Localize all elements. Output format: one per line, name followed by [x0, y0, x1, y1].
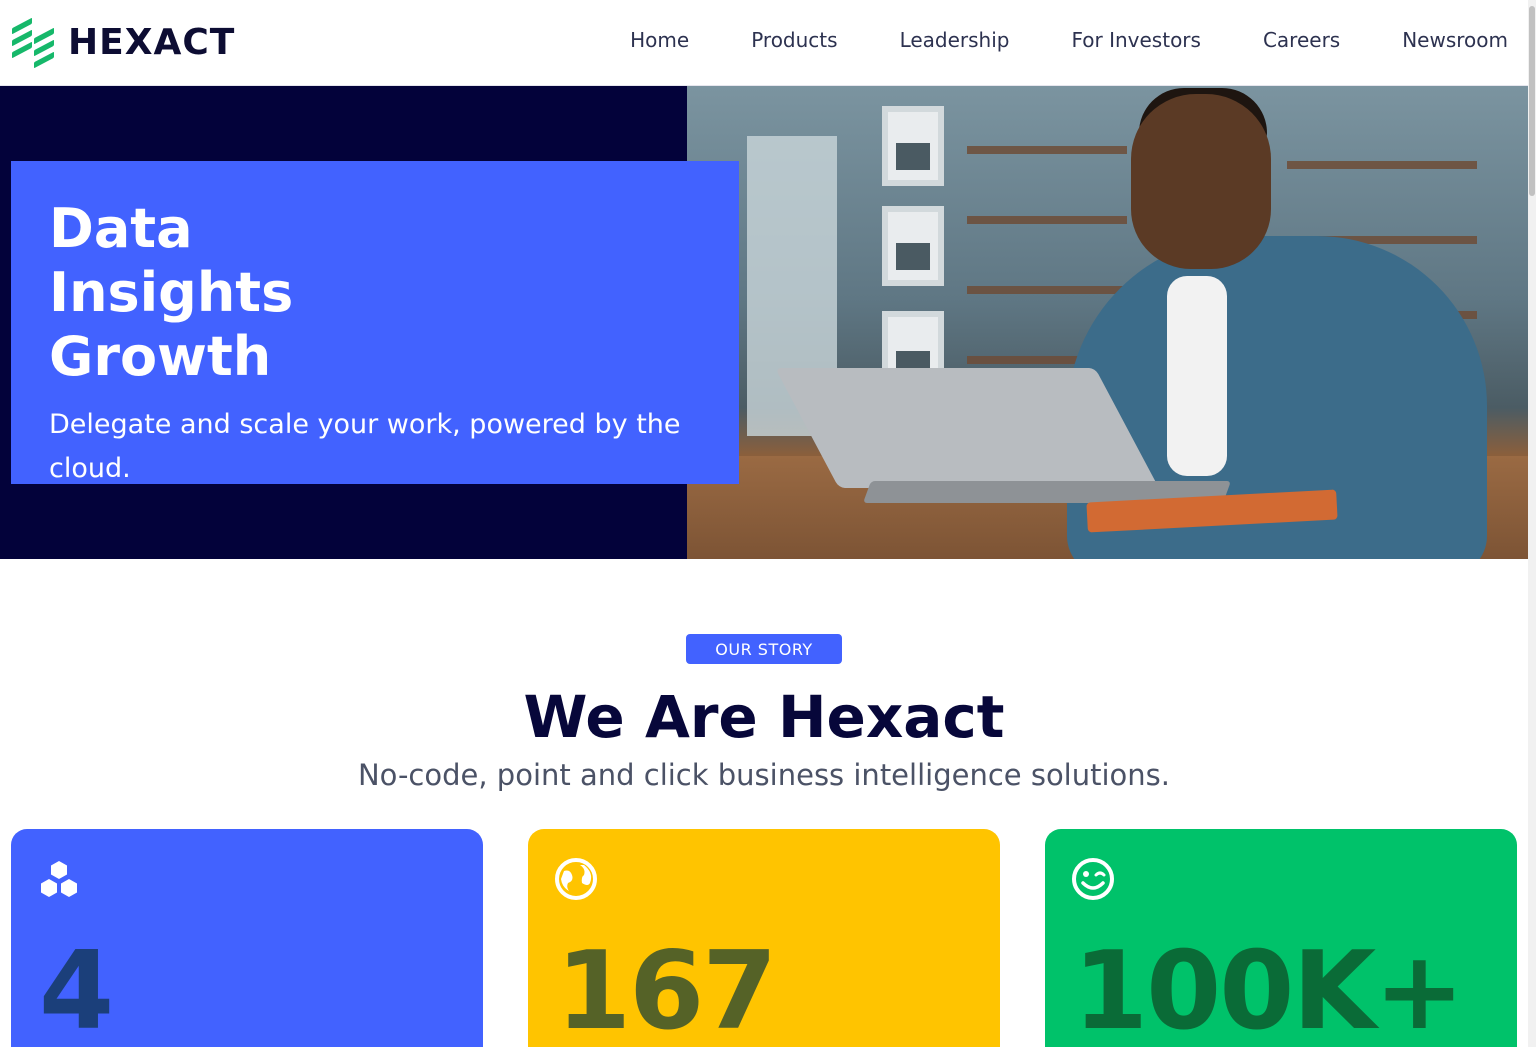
- nav-for-investors[interactable]: For Investors: [1071, 28, 1200, 52]
- logo[interactable]: HEXACT: [10, 16, 236, 69]
- nav-leadership[interactable]: Leadership: [900, 28, 1010, 52]
- stat-card: 100K+: [1045, 829, 1517, 1047]
- page-scrollbar[interactable]: [1528, 0, 1536, 1047]
- hero-subtitle: Delegate and scale your work, powered by…: [49, 409, 681, 484]
- nav-careers[interactable]: Careers: [1263, 28, 1340, 52]
- stat-value: 100K+: [1073, 929, 1465, 1047]
- hero-card: Data Insights Growth Delegate and scale …: [11, 161, 739, 484]
- hero-title: Data Insights Growth: [49, 197, 701, 389]
- smile-wink-icon: [1071, 857, 1115, 901]
- nav-home[interactable]: Home: [630, 28, 689, 52]
- nav-products[interactable]: Products: [751, 28, 837, 52]
- hero-title-line: Data: [49, 197, 193, 260]
- stat-card: 4: [11, 829, 483, 1047]
- story-subtitle: No-code, point and click business intell…: [357, 758, 1170, 792]
- stat-value: 167: [556, 929, 777, 1047]
- hero-title-line: Growth: [49, 325, 272, 388]
- scrollbar-thumb[interactable]: [1529, 6, 1535, 196]
- hexact-logo-icon: [10, 17, 56, 69]
- story-badge: OUR STORY: [686, 634, 842, 664]
- hero-section: Data Insights Growth Delegate and scale …: [0, 86, 1528, 559]
- site-header: HEXACT Home Products Leadership For Inve…: [0, 0, 1528, 86]
- hexagons-icon: [37, 857, 81, 901]
- logo-text: HEXACT: [68, 21, 236, 63]
- globe-icon: [554, 857, 598, 901]
- main-nav: Home Products Leadership For Investors C…: [568, 28, 1508, 52]
- hero-title-line: Insights: [49, 261, 294, 324]
- story-title: We Are Hexact: [523, 683, 1005, 751]
- stat-card: 167: [528, 829, 1000, 1047]
- stat-value: 4: [39, 929, 114, 1047]
- hero-photo: [687, 86, 1528, 559]
- nav-newsroom[interactable]: Newsroom: [1402, 28, 1508, 52]
